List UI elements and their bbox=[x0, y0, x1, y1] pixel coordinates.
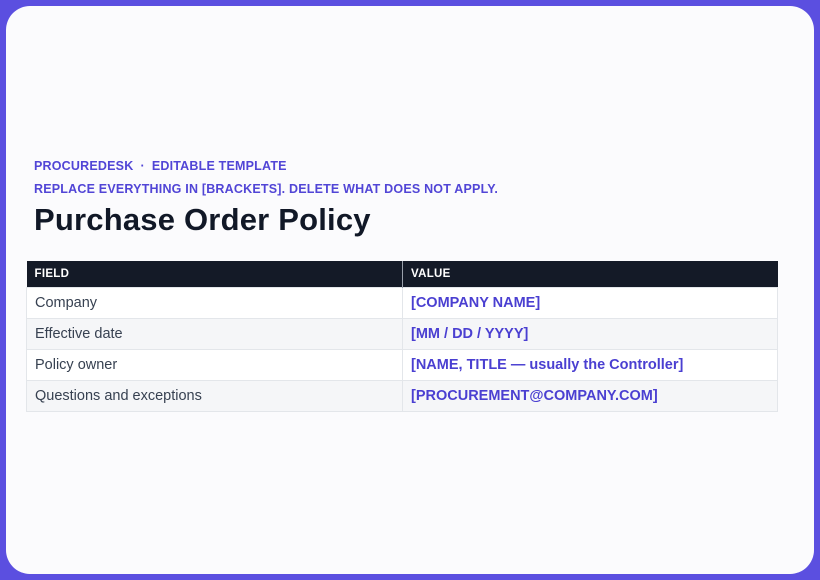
field-label: Company bbox=[26, 286, 403, 319]
field-value-placeholder[interactable]: [COMPANY NAME] bbox=[402, 286, 778, 319]
doc-type-label: EDITABLE TEMPLATE bbox=[151, 159, 287, 173]
column-header-field: FIELD bbox=[26, 261, 403, 287]
template-instruction: REPLACE EVERYTHING IN [BRACKETS]. DELETE… bbox=[34, 182, 499, 196]
field-value-placeholder[interactable]: [MM / DD / YYYY] bbox=[402, 317, 778, 350]
field-label: Policy owner bbox=[26, 348, 403, 381]
brand-name: PROCUREDESK bbox=[34, 159, 134, 173]
table-row: Policy owner [NAME, TITLE — usually the … bbox=[26, 348, 778, 381]
page-title: Purchase Order Policy bbox=[34, 202, 371, 237]
eyebrow-brand-line: PROCUREDESK · EDITABLE TEMPLATE bbox=[34, 159, 287, 173]
eyebrow-separator: · bbox=[140, 159, 145, 173]
table-row: Questions and exceptions [PROCUREMENT@CO… bbox=[26, 379, 778, 412]
column-header-value: VALUE bbox=[402, 261, 778, 287]
table-row: Company [COMPANY NAME] bbox=[26, 286, 778, 319]
field-value-placeholder[interactable]: [PROCUREMENT@COMPANY.COM] bbox=[402, 379, 778, 412]
table-row: Effective date [MM / DD / YYYY] bbox=[26, 317, 778, 350]
table-header-row: FIELD VALUE bbox=[26, 261, 778, 287]
field-value-placeholder[interactable]: [NAME, TITLE — usually the Controller] bbox=[402, 348, 778, 381]
field-label: Effective date bbox=[26, 317, 403, 350]
document-card: PROCUREDESK · EDITABLE TEMPLATE REPLACE EV… bbox=[6, 6, 814, 574]
field-label: Questions and exceptions bbox=[26, 379, 403, 412]
policy-fields-table: FIELD VALUE Company [COMPANY NAME] Effec… bbox=[26, 261, 778, 412]
